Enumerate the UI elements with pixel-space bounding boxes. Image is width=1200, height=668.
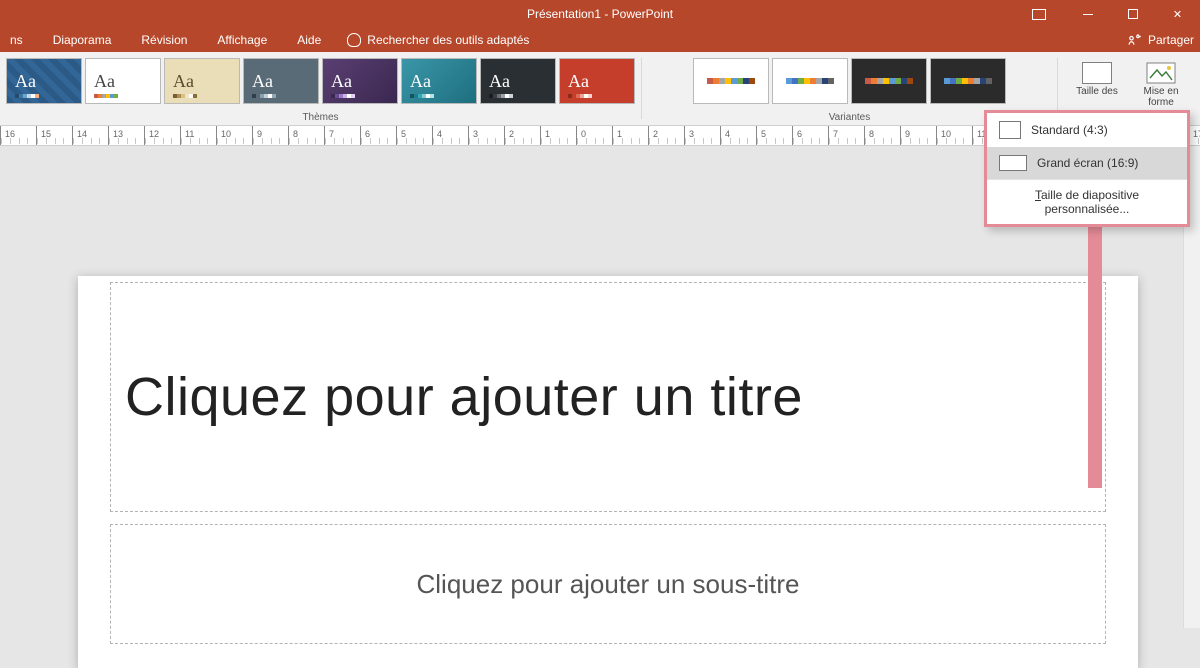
format-background-button[interactable]: Mise en forme [1132, 58, 1190, 108]
theme-color-swatches [173, 94, 197, 98]
theme-thumb[interactable]: Aa [6, 58, 82, 104]
theme-thumb[interactable]: Aa [401, 58, 477, 104]
slide-size-standard-label: Standard (4:3) [1031, 123, 1108, 137]
theme-color-swatches [15, 94, 39, 98]
slide-size-widescreen-label: Grand écran (16:9) [1037, 156, 1138, 170]
theme-color-swatches [252, 94, 276, 98]
themes-group: Aa Aa Aa Aa Aa Aa Aa Aa Thèmes [0, 52, 641, 125]
theme-thumb[interactable]: Aa [164, 58, 240, 104]
theme-thumb[interactable]: Aa [85, 58, 161, 104]
ribbon-tabs: ns Diaporama Révision Affichage Aide Rec… [0, 28, 1200, 52]
subtitle-placeholder[interactable]: Cliquez pour ajouter un sous-titre [110, 524, 1106, 644]
variants-group-label: Variantes [829, 112, 871, 123]
variant-thumb[interactable] [772, 58, 848, 104]
share-button[interactable]: Partager [1128, 33, 1194, 47]
theme-sample-text: Aa [568, 71, 589, 92]
slide-size-widescreen[interactable]: Grand écran (16:9) [987, 147, 1187, 179]
format-background-icon [1146, 62, 1176, 84]
aspect-169-icon [999, 155, 1027, 171]
themes-group-label: Thèmes [302, 112, 338, 123]
theme-color-swatches [331, 94, 355, 98]
slide-size-icon [1082, 62, 1112, 84]
subtitle-placeholder-text: Cliquez pour ajouter un sous-titre [417, 569, 800, 600]
theme-color-swatches [489, 94, 513, 98]
theme-color-swatches [410, 94, 434, 98]
variant-thumb[interactable] [851, 58, 927, 104]
format-background-label: Mise en forme [1132, 86, 1190, 108]
tab-partial-ns[interactable]: ns [6, 33, 27, 47]
theme-sample-text: Aa [173, 71, 194, 92]
theme-thumb[interactable]: Aa [559, 58, 635, 104]
slide-size-standard[interactable]: Standard (4:3) [987, 113, 1187, 147]
slide-size-button[interactable]: Taille des [1068, 58, 1126, 108]
slide-size-custom[interactable]: Taille de diapositive personnalisée... [987, 179, 1187, 224]
custom-label-rest: aille de diapositive personnalisée... [1041, 188, 1139, 216]
theme-color-swatches [568, 94, 592, 98]
theme-sample-text: Aa [252, 71, 273, 92]
share-label: Partager [1148, 33, 1194, 47]
theme-sample-text: Aa [15, 71, 36, 92]
theme-color-swatches [94, 94, 118, 98]
theme-sample-text: Aa [489, 71, 510, 92]
theme-thumb[interactable]: Aa [243, 58, 319, 104]
tell-me-search[interactable]: Rechercher des outils adaptés [347, 33, 529, 47]
theme-thumb[interactable]: Aa [322, 58, 398, 104]
theme-thumb[interactable]: Aa [480, 58, 556, 104]
theme-sample-text: Aa [410, 71, 431, 92]
title-placeholder[interactable]: Cliquez pour ajouter un titre [110, 282, 1106, 512]
tab-affichage[interactable]: Affichage [213, 33, 271, 47]
title-placeholder-text: Cliquez pour ajouter un titre [111, 366, 803, 428]
variants-gallery[interactable] [691, 54, 1008, 108]
tab-diaporama[interactable]: Diaporama [49, 33, 116, 47]
window-title: Présentation1 - PowerPoint [0, 7, 1200, 21]
slide-canvas[interactable]: Cliquez pour ajouter un titre Cliquez po… [78, 276, 1138, 668]
theme-sample-text: Aa [94, 71, 115, 92]
theme-sample-text: Aa [331, 71, 352, 92]
tab-aide[interactable]: Aide [293, 33, 325, 47]
search-placeholder: Rechercher des outils adaptés [367, 33, 529, 47]
slide-size-menu: Standard (4:3) Grand écran (16:9) Taille… [984, 110, 1190, 227]
slide-size-label: Taille des [1076, 86, 1118, 97]
tab-revision[interactable]: Révision [137, 33, 191, 47]
themes-gallery[interactable]: Aa Aa Aa Aa Aa Aa Aa Aa [4, 54, 637, 108]
variant-thumb[interactable] [930, 58, 1006, 104]
annotation-arrow [1088, 218, 1102, 488]
variant-thumb[interactable] [693, 58, 769, 104]
aspect-43-icon [999, 121, 1021, 139]
titlebar: Présentation1 - PowerPoint [0, 0, 1200, 28]
lightbulb-icon [347, 33, 361, 47]
share-icon [1128, 33, 1142, 47]
